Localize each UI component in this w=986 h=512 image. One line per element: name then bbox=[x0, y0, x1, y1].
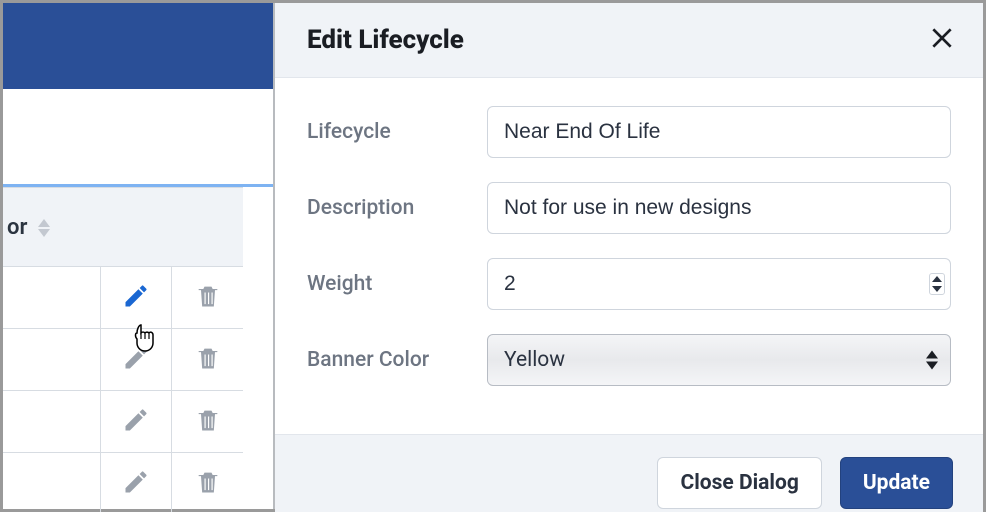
select-arrows-icon bbox=[926, 351, 938, 370]
table-row bbox=[3, 267, 243, 329]
step-down-icon[interactable] bbox=[931, 285, 943, 293]
edit-cell[interactable] bbox=[101, 329, 172, 391]
trash-icon[interactable] bbox=[194, 406, 222, 438]
pencil-icon[interactable] bbox=[122, 344, 150, 376]
banner-color-value: Yellow bbox=[504, 348, 565, 372]
dialog-header: Edit Lifecycle bbox=[275, 3, 983, 78]
lifecycle-input[interactable] bbox=[487, 106, 951, 158]
edit-lifecycle-dialog: Edit Lifecycle Lifecycle Description Wei… bbox=[275, 3, 983, 509]
column-header-label[interactable]: or bbox=[3, 215, 51, 240]
weight-input[interactable] bbox=[487, 258, 951, 310]
table-row bbox=[3, 391, 243, 453]
trash-icon[interactable] bbox=[194, 282, 222, 314]
edit-cell[interactable] bbox=[101, 453, 172, 512]
step-up-icon[interactable] bbox=[931, 275, 943, 283]
dialog-body: Lifecycle Description Weight Banner Col bbox=[275, 78, 983, 434]
cell bbox=[3, 267, 101, 329]
field-row-description: Description bbox=[307, 182, 951, 234]
delete-cell[interactable] bbox=[172, 453, 243, 512]
trash-icon[interactable] bbox=[194, 344, 222, 376]
description-label: Description bbox=[307, 196, 487, 220]
pencil-icon[interactable] bbox=[122, 406, 150, 438]
weight-label: Weight bbox=[307, 272, 487, 296]
pencil-icon[interactable] bbox=[122, 282, 150, 314]
banner-color-label: Banner Color bbox=[307, 348, 487, 372]
column-header-text: or bbox=[7, 215, 27, 240]
delete-cell[interactable] bbox=[172, 391, 243, 453]
table-row bbox=[3, 453, 243, 512]
dialog-footer: Close Dialog Update bbox=[275, 434, 983, 512]
sort-icon[interactable] bbox=[37, 219, 51, 237]
actions-table bbox=[3, 267, 243, 512]
edit-cell[interactable] bbox=[101, 267, 172, 329]
dialog-title: Edit Lifecycle bbox=[307, 25, 464, 55]
field-row-lifecycle: Lifecycle bbox=[307, 106, 951, 158]
table-row bbox=[3, 329, 243, 391]
close-dialog-button[interactable]: Close Dialog bbox=[657, 457, 821, 509]
description-input[interactable] bbox=[487, 182, 951, 234]
field-row-banner-color: Banner Color Yellow bbox=[307, 334, 951, 386]
field-row-weight: Weight bbox=[307, 258, 951, 310]
banner-color-select[interactable]: Yellow bbox=[487, 334, 951, 386]
lifecycle-label: Lifecycle bbox=[307, 120, 487, 144]
close-icon[interactable] bbox=[929, 25, 955, 55]
update-button[interactable]: Update bbox=[840, 457, 953, 509]
cell bbox=[3, 391, 101, 453]
edit-cell[interactable] bbox=[101, 391, 172, 453]
number-stepper[interactable] bbox=[929, 273, 945, 295]
pencil-icon[interactable] bbox=[122, 468, 150, 500]
delete-cell[interactable] bbox=[172, 267, 243, 329]
cell bbox=[3, 453, 101, 512]
delete-cell[interactable] bbox=[172, 329, 243, 391]
trash-icon[interactable] bbox=[194, 468, 222, 500]
cell bbox=[3, 329, 101, 391]
